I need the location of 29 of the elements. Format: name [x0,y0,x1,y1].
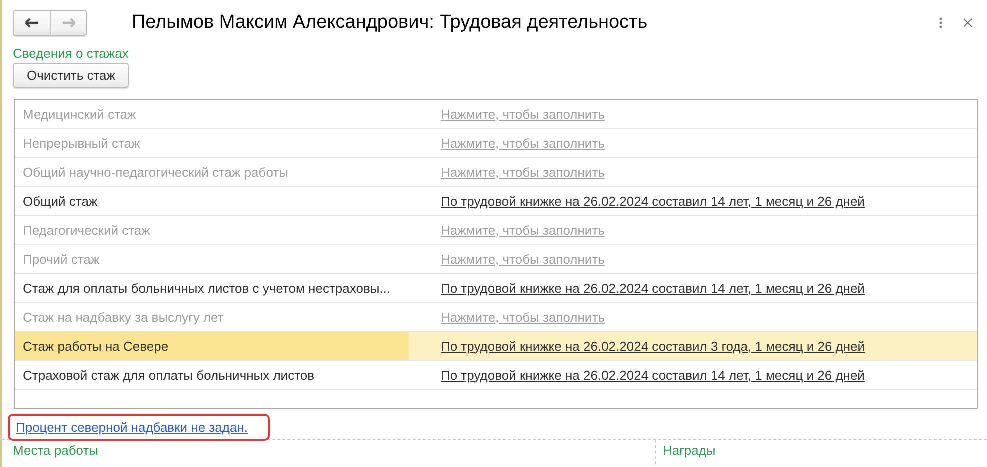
seniority-name[interactable]: Педагогический стаж [15,216,409,244]
window-title: Пелымов Максим Александрович: Трудовая деятельность [132,12,649,34]
seniority-value-link[interactable]: Нажмите, чтобы заполнить [441,222,605,238]
warning-link[interactable]: Процент северной надбавки не задан. [16,420,248,435]
section-title: Места работы [13,443,99,458]
seniority-name[interactable]: Страховой стаж для оплаты больничных листов [15,361,409,389]
seniority-name[interactable]: Общий стаж [15,187,409,215]
seniority-name[interactable]: Общий научно-педагогический стаж работы [15,158,409,186]
right-arrow-icon [62,18,76,28]
seniority-value-link[interactable]: Нажмите, чтобы заполнить [441,164,605,180]
seniority-value-link[interactable]: По трудовой книжке на 26.02.2024 составил 14 лет, 1 месяц и 26 дней [441,280,865,296]
seniority-value-link[interactable]: Нажмите, чтобы заполнить [441,136,605,150]
seniority-name[interactable]: Стаж для оплаты больничных листов с учетом нестраховы... [15,274,409,302]
seniority-value-link[interactable]: По трудовой книжке на 26.02.2024 составил 14 лет, 1 месяц и 26 дней [441,368,865,382]
seniority-name[interactable]: Стаж на надбавку за выслугу лет [15,303,409,331]
section-title: Сведения о стажах [13,46,130,61]
seniority-value-link[interactable]: По трудовой книжке на 26.02.2024 составил 14 лет, 1 месяц и 26 дней [441,194,865,208]
clear-button[interactable]: Очистить стаж [13,63,130,88]
section-title: Награды [663,443,716,458]
seniority-value-link[interactable]: Нажмите, чтобы заполнить [441,106,605,122]
seniority-name[interactable]: Прочий стаж [15,245,409,273]
seniority-name[interactable]: Медицинский стаж [15,100,409,128]
seniority-name[interactable]: Стаж работы на Севере [15,332,409,360]
seniority-name[interactable]: Непрерывный стаж [15,129,409,157]
more-icon[interactable] [939,17,943,29]
close-icon[interactable] [963,18,973,28]
seniority-value-link[interactable]: Нажмите, чтобы заполнить [441,310,605,324]
left-arrow-icon [25,18,39,28]
seniority-value-link[interactable]: Нажмите, чтобы заполнить [441,252,605,266]
